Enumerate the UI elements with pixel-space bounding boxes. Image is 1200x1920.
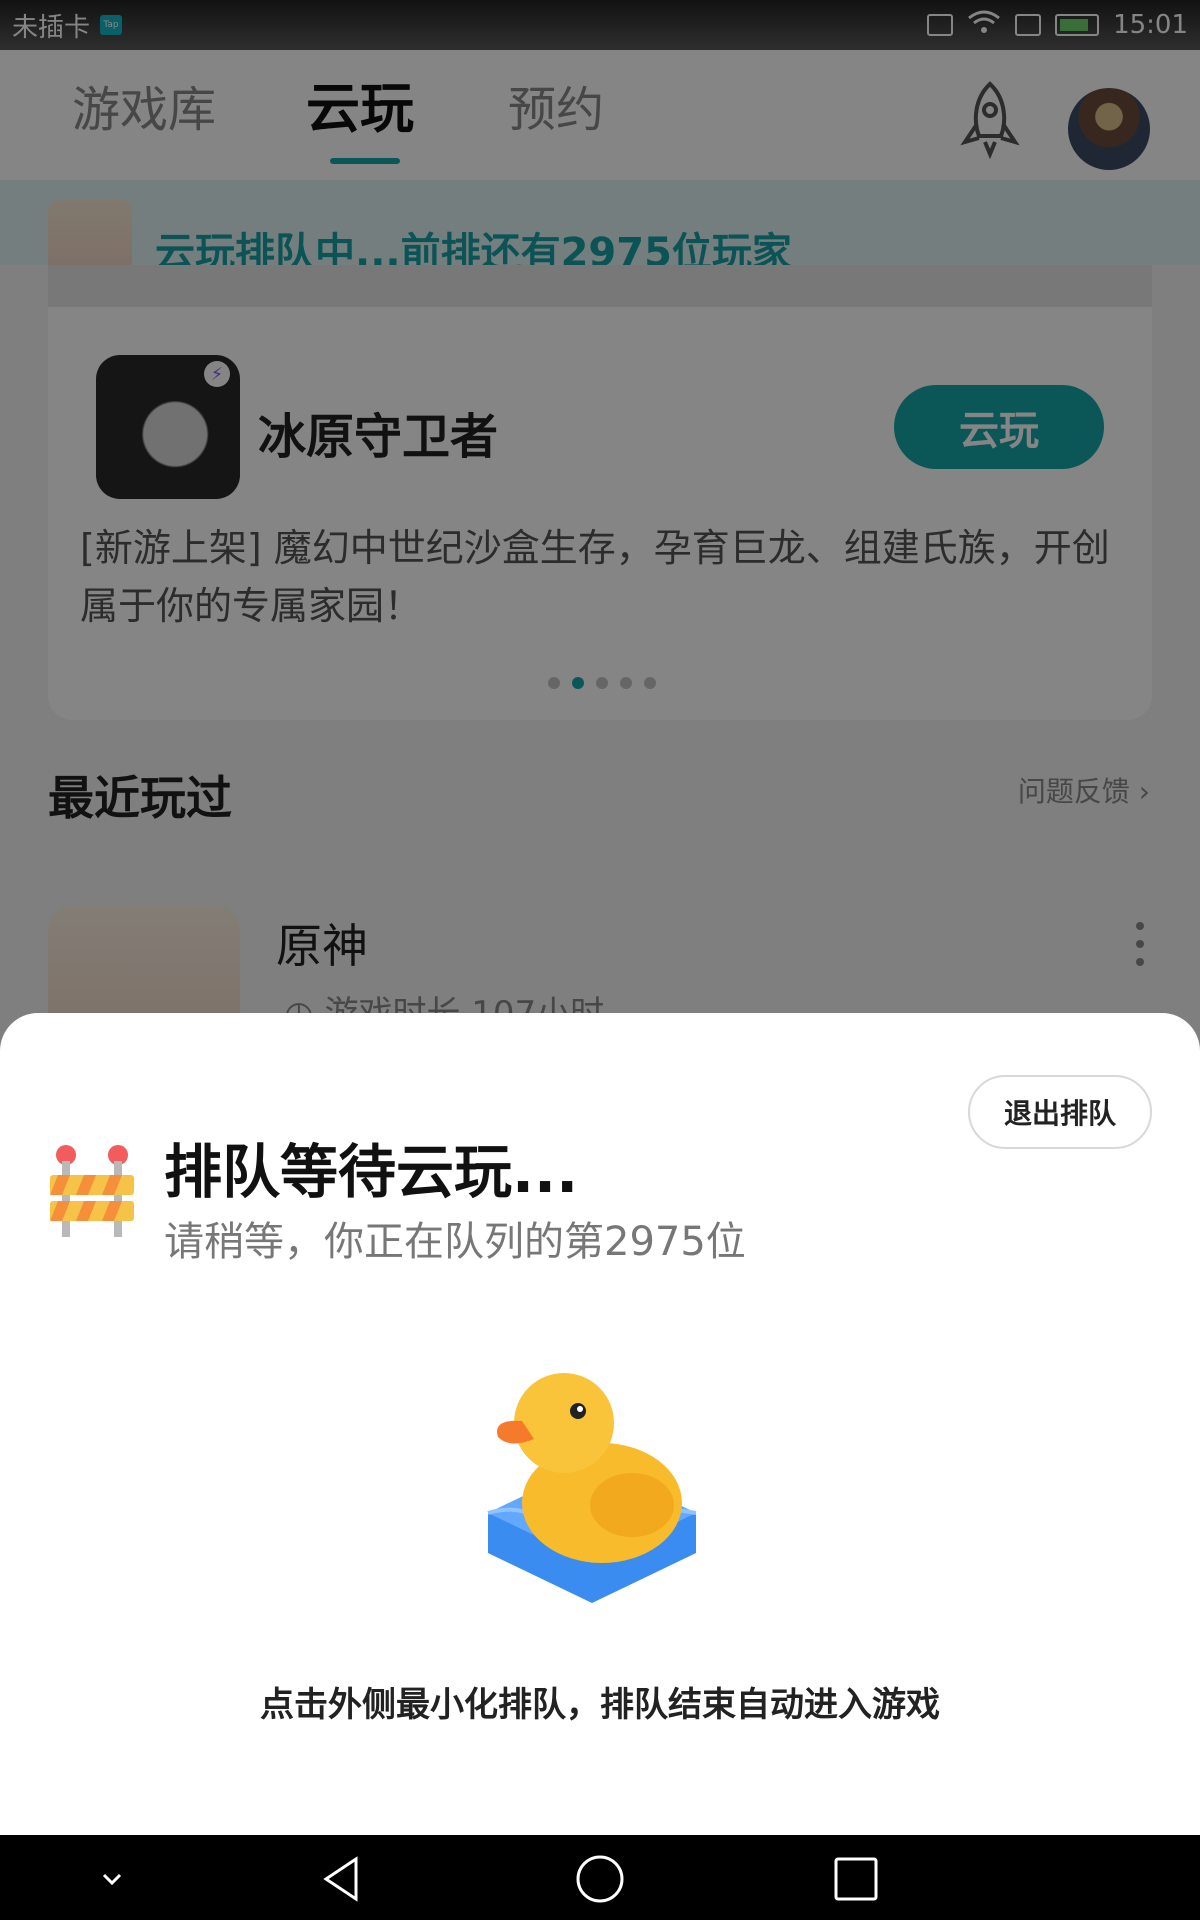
back-icon[interactable] [316,1851,372,1907]
minimize-hint: 点击外侧最小化排队，排队结束自动进入游戏 [260,1685,940,1725]
system-nav-bar [0,1835,1200,1920]
exit-queue-button[interactable]: 退出排队 [968,1075,1152,1149]
queue-bottom-sheet: 退出排队 排队等待云玩... 请稍等，你正在队列的第2975位 点击外侧最小化排… [0,1013,1200,1835]
duck-illustration [482,1353,712,1623]
recents-icon[interactable] [828,1851,884,1907]
home-icon[interactable] [572,1851,628,1907]
queue-title: 排队等待云玩... [164,1138,579,1206]
queue-position-text: 请稍等，你正在队列的第2975位 [164,1219,746,1265]
barrier-icon [48,1143,136,1241]
chevron-down-icon[interactable] [84,1851,140,1907]
